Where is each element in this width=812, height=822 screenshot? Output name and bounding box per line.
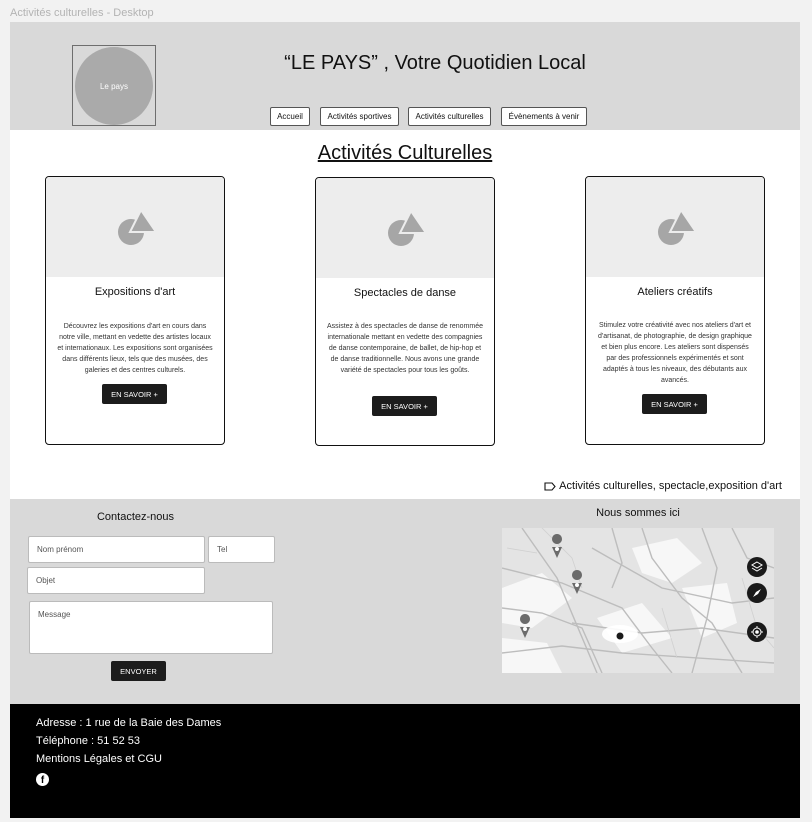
site-title: “LE PAYS” , Votre Quotidien Local [284,52,586,74]
nav-evenements[interactable]: Évènements à venir [501,107,587,126]
nav-activites-sportives[interactable]: Activités sportives [320,107,399,126]
footer-phone: Téléphone : 51 52 53 [36,735,140,747]
contact-section: Contactez-nous Nom prénom Tel Objet Mess… [10,499,800,704]
card-expositions: Expositions d'art Découvrez les expositi… [45,176,225,445]
logo-text: Le pays [99,81,129,91]
nav-accueil[interactable]: Accueil [270,107,310,126]
map-title: Nous sommes ici [596,507,680,519]
facebook-icon[interactable]: f [36,773,49,786]
card-spectacles: Spectacles de danse Assistez à des spect… [315,177,495,446]
header: Le pays “LE PAYS” , Votre Quotidien Loca… [10,22,800,130]
footer: Adresse : 1 rue de la Baie des Dames Tél… [10,704,800,818]
locate-glyph [751,626,763,638]
name-field[interactable]: Nom prénom [28,536,205,563]
section-title: Activités Culturelles [317,142,493,164]
frame-title: Activités culturelles - Desktop [10,7,154,19]
message-field[interactable]: Message [29,601,273,654]
layers-icon[interactable] [747,557,767,577]
compass-glyph [753,589,761,597]
image-placeholder-icon [118,210,156,245]
tags: Activités culturelles, spectacle,exposit… [544,480,782,492]
send-button[interactable]: ENVOYER [111,661,166,681]
page: Le pays “LE PAYS” , Votre Quotidien Loca… [10,22,800,818]
card-image-placeholder [586,177,764,277]
card-image-placeholder [46,177,224,277]
subject-field[interactable]: Objet [27,567,205,594]
layers-glyph [751,561,763,572]
logo-circle: Le pays [75,47,153,125]
card-description: Assistez à des spectacles de danse de re… [326,323,484,374]
footer-legal-link[interactable]: Mentions Légales et CGU [36,753,162,765]
locate-icon[interactable] [747,622,767,642]
map[interactable] [502,528,774,673]
card-image-placeholder [316,178,494,278]
learn-more-button[interactable]: EN SAVOIR + [642,394,707,414]
card-title: Expositions d'art [94,286,176,298]
logo[interactable]: Le pays [72,45,156,126]
nav-activites-culturelles[interactable]: Activités culturelles [408,107,491,126]
compass-icon[interactable] [747,583,767,603]
card-ateliers: Ateliers créatifs Stimulez votre créativ… [585,176,765,445]
footer-address: Adresse : 1 rue de la Baie des Dames [36,717,222,729]
contact-title: Contactez-nous [96,511,175,523]
card-title: Spectacles de danse [353,287,457,299]
tags-text: Activités culturelles, spectacle,exposit… [559,480,782,492]
image-placeholder-icon [658,210,696,245]
map-image [502,528,774,673]
card-description: Stimulez votre créativité avec nos ateli… [598,322,752,384]
tag-icon [544,481,556,491]
learn-more-button[interactable]: EN SAVOIR + [372,396,437,416]
card-description: Découvrez les expositions d'art en cours… [57,323,213,374]
image-placeholder-icon [388,211,426,246]
tel-field[interactable]: Tel [208,536,275,563]
card-title: Ateliers créatifs [637,286,713,298]
learn-more-button[interactable]: EN SAVOIR + [102,384,167,404]
